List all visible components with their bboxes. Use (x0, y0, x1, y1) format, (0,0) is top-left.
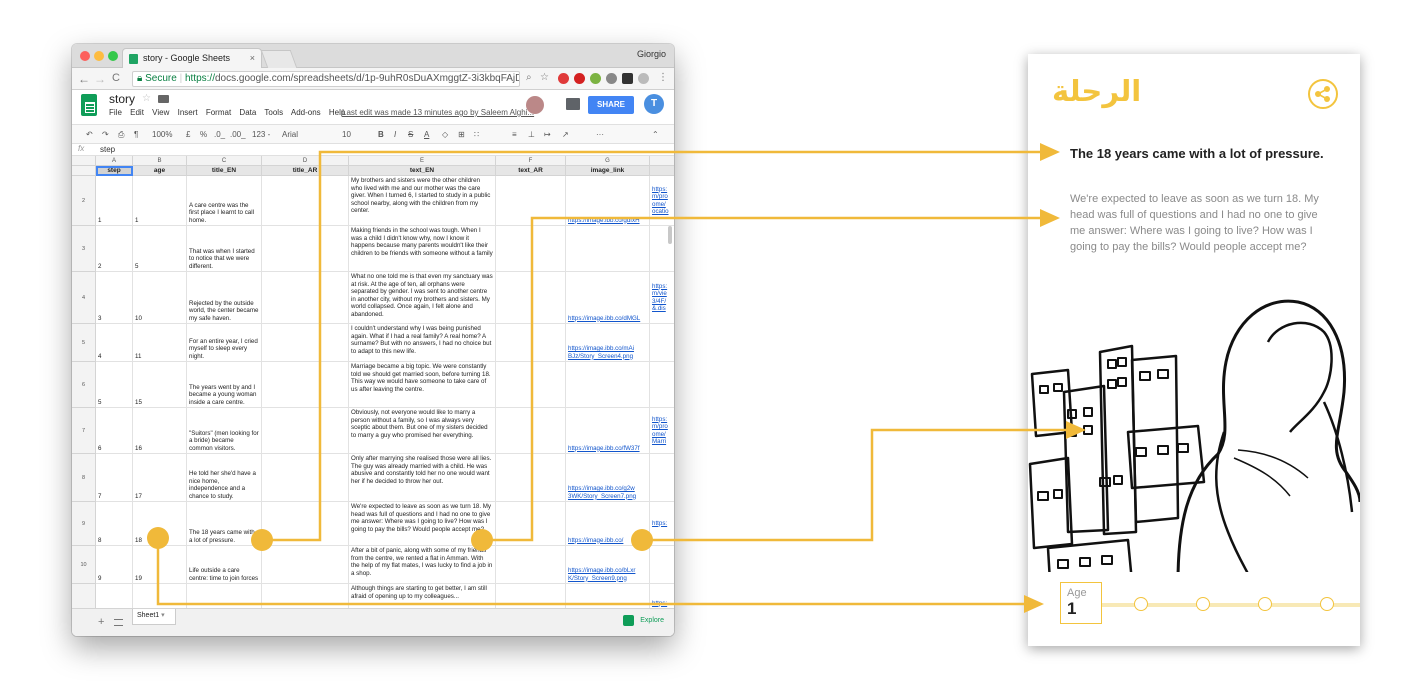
title-connector-line (262, 150, 1052, 542)
arrow-head-icon (1066, 421, 1086, 439)
arrow-head-icon (1024, 595, 1044, 613)
age-marker-dot (147, 527, 169, 549)
text-marker-dot (471, 529, 493, 551)
arrow-head-icon (1040, 209, 1060, 227)
age-connector-line (156, 540, 1038, 606)
image-marker-dot (631, 529, 653, 551)
arrow-head-icon (1040, 143, 1060, 161)
image-connector-line (642, 428, 1074, 542)
title-marker-dot (251, 529, 273, 551)
text-connector-line (482, 216, 1052, 542)
connector-overlay (147, 143, 1086, 613)
